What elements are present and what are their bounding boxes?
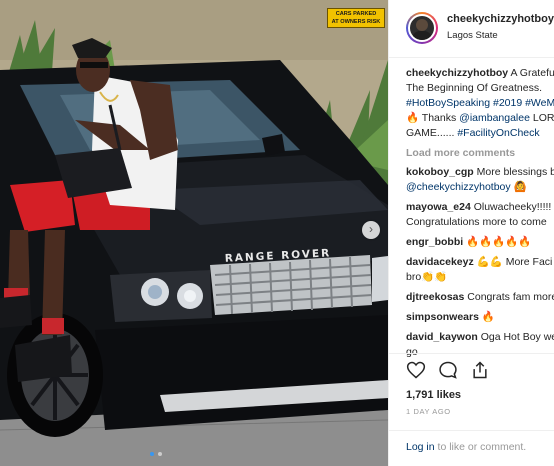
comment-icon[interactable] bbox=[438, 360, 458, 380]
username-text[interactable]: cheekychizzyhotboy bbox=[447, 13, 554, 25]
post-side-panel: cheekychizzyhotboy • Lagos State cheekyc… bbox=[388, 0, 554, 466]
login-prompt-text: to like or comment. bbox=[434, 441, 527, 453]
comment-username[interactable]: simpsonwears bbox=[406, 311, 479, 323]
next-photo-button[interactable]: › bbox=[362, 221, 380, 239]
comment-text: More blessings b bbox=[473, 166, 554, 178]
caption-username[interactable]: cheekychizzyhotboy bbox=[406, 67, 508, 79]
comment-text: 💪💪 More Faci bbox=[473, 256, 553, 268]
comment-text-cont: Congratulations more to come bbox=[406, 216, 547, 228]
comment-text-cont: bro👏👏 bbox=[406, 271, 448, 283]
login-link[interactable]: Log in bbox=[406, 441, 435, 453]
comment-username[interactable]: engr_bobbi bbox=[406, 236, 463, 248]
comment-username[interactable]: mayowa_e24 bbox=[406, 201, 471, 213]
load-more-comments-button[interactable]: Load more comments bbox=[406, 146, 554, 161]
action-icons bbox=[406, 360, 490, 380]
comment-item: mayowa_e24 Oluwacheeky!!!!! Congratulati… bbox=[406, 200, 554, 230]
post-actions: 1,791 likes 1 DAY AGO Log in to like or … bbox=[389, 353, 554, 466]
comment-username[interactable]: davidacekeyz bbox=[406, 256, 474, 268]
comment-text: 🔥🔥🔥🔥🔥 bbox=[463, 236, 532, 248]
parking-sign: CARS PARKED AT OWNERS RISK bbox=[327, 8, 385, 28]
comment-item: engr_bobbi 🔥🔥🔥🔥🔥 bbox=[406, 235, 554, 250]
carousel-dot-active bbox=[150, 452, 154, 456]
login-prompt: Log in to like or comment. bbox=[389, 430, 554, 466]
fire-emoji: 🔥 bbox=[406, 112, 420, 124]
share-icon[interactable] bbox=[470, 360, 490, 380]
caption-line-2: The Beginning Of Greatness. bbox=[406, 82, 542, 94]
photo-scene bbox=[0, 0, 388, 466]
carousel-indicator bbox=[150, 452, 162, 456]
caption: cheekychizzyhotboy A Grateful The Beginn… bbox=[406, 66, 554, 141]
caption-line-5: GAME...... #FacilityOnCheck bbox=[406, 126, 554, 141]
comment-item: djtreekosas Congrats fam more bbox=[406, 290, 554, 305]
caption-text-1: A Grateful bbox=[508, 67, 554, 79]
comments-list: cheekychizzyhotboy A Grateful The Beginn… bbox=[406, 66, 554, 365]
heart-icon[interactable] bbox=[406, 360, 426, 380]
comment-username[interactable]: djtreekosas bbox=[406, 291, 464, 303]
comment-username[interactable]: kokoboy_cgp bbox=[406, 166, 474, 178]
comment-username[interactable]: david_kaywon bbox=[406, 331, 478, 343]
comment-text: Oga Hot Boy we bbox=[477, 331, 554, 343]
comment-text: Oluwacheeky!!!!! bbox=[470, 201, 552, 213]
sign-line-2: AT OWNERS RISK bbox=[331, 19, 381, 25]
carousel-dot bbox=[158, 452, 162, 456]
location-link[interactable]: Lagos State bbox=[447, 30, 498, 41]
avatar-image bbox=[408, 14, 436, 42]
like-count[interactable]: 1,791 likes bbox=[406, 389, 461, 401]
caption-line-4: 🔥 Thanks @iambangalee LORD bbox=[406, 111, 554, 126]
caption-text-4b: LORD bbox=[532, 112, 554, 124]
comment-text: 🔥 bbox=[478, 311, 495, 323]
sign-line-1: CARS PARKED bbox=[335, 11, 377, 17]
post-header: cheekychizzyhotboy • Lagos State bbox=[389, 0, 554, 58]
caption-line-1: cheekychizzyhotboy A Grateful bbox=[406, 66, 554, 81]
header-username[interactable]: cheekychizzyhotboy • bbox=[447, 13, 554, 25]
caption-text-4: Thanks bbox=[419, 112, 460, 124]
comment-item: davidacekeyz 💪💪 More Faci bro👏👏 bbox=[406, 255, 554, 285]
caption-mention[interactable]: @iambangalee bbox=[459, 112, 530, 124]
comment-item: kokoboy_cgp More blessings b @cheekychiz… bbox=[406, 165, 554, 195]
post-photo[interactable]: CARS PARKED AT OWNERS RISK RANGE ROVER › bbox=[0, 0, 388, 466]
caption-text-5: GAME...... bbox=[406, 127, 458, 139]
caption-hashtags[interactable]: #HotBoySpeaking #2019 #WeM bbox=[406, 96, 554, 111]
comment-item: simpsonwears 🔥 bbox=[406, 310, 554, 325]
post-timestamp[interactable]: 1 DAY AGO bbox=[406, 407, 451, 416]
comment-text-cont: 🙆 bbox=[510, 181, 527, 193]
comment-text: Congrats fam more bbox=[464, 291, 554, 303]
comment-mention[interactable]: @cheekychizzyhotboy bbox=[406, 181, 511, 193]
avatar[interactable] bbox=[406, 12, 438, 44]
caption-hashtag-facility[interactable]: #FacilityOnCheck bbox=[457, 127, 539, 139]
